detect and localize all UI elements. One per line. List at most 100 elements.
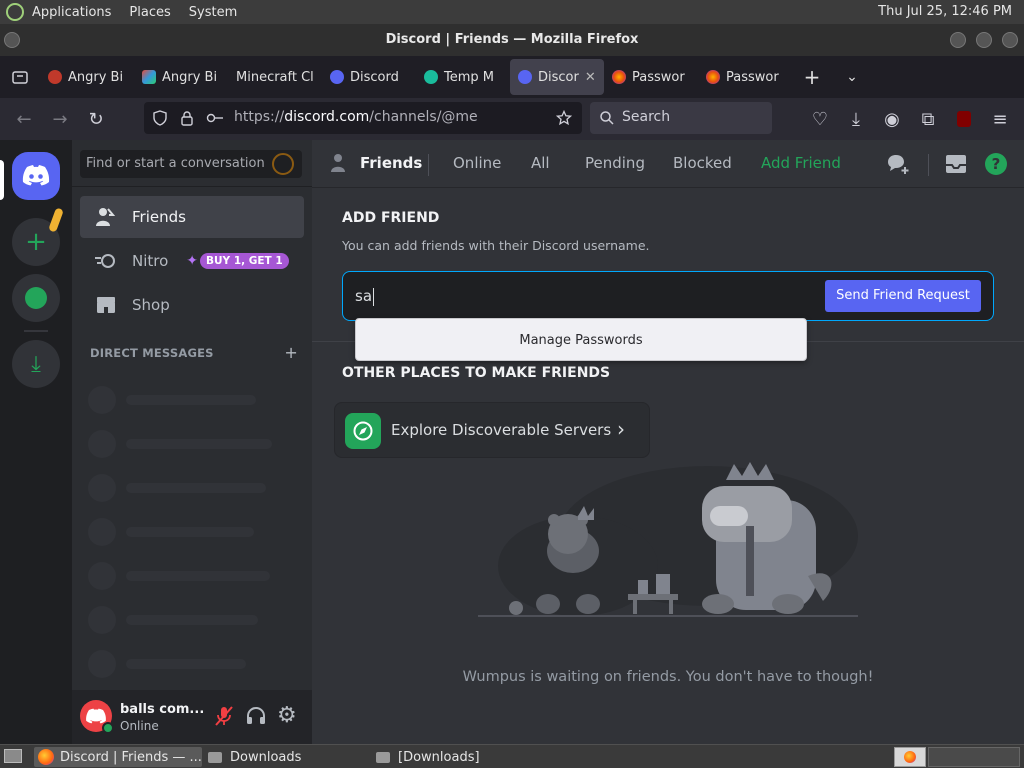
minimize-icon[interactable] <box>950 32 966 48</box>
help-icon[interactable]: ? <box>984 152 1008 176</box>
window-menu-icon[interactable] <box>4 32 20 48</box>
close-tab-icon[interactable]: ✕ <box>585 70 596 85</box>
inbox-icon[interactable] <box>944 152 968 176</box>
taskbar-item-downloads[interactable]: Downloads <box>204 747 364 767</box>
tab-minecraft[interactable]: Minecraft Cl <box>228 59 322 95</box>
loading-spinner-icon <box>272 153 294 175</box>
dm-top-divider <box>72 186 312 187</box>
forward-icon[interactable]: → <box>48 107 72 131</box>
tab-discord-active[interactable]: Discor ✕ <box>510 59 604 95</box>
tab-add-friend[interactable]: Add Friend <box>761 154 841 172</box>
list-tabs-icon[interactable]: ⌄ <box>832 69 872 85</box>
key-icon[interactable] <box>206 111 224 125</box>
tab-angry-birds-1[interactable]: Angry Bi <box>40 59 134 95</box>
tab-label: Passwor <box>632 69 685 85</box>
tab-label: Minecraft Cl <box>236 69 314 85</box>
close-window-icon[interactable] <box>1002 32 1018 48</box>
friends-title: Friends <box>360 154 423 172</box>
download-apps-icon[interactable]: ⤓ <box>12 340 60 388</box>
explore-servers-card[interactable]: Explore Discoverable Servers › <box>334 402 650 458</box>
nav-shop[interactable]: Shop <box>80 284 304 326</box>
pocket-icon[interactable]: ♡ <box>808 107 832 131</box>
downloads-icon[interactable]: ⤓ <box>844 107 868 131</box>
places-menu[interactable]: Places <box>129 5 170 20</box>
folder-icon <box>376 751 390 763</box>
shield-icon[interactable] <box>152 110 168 126</box>
explore-servers-icon[interactable] <box>12 274 60 322</box>
manage-passwords-item[interactable]: Manage Passwords <box>519 333 642 348</box>
add-server-icon[interactable]: + <box>12 207 64 266</box>
find-conversation-input[interactable]: Find or start a conversation <box>80 150 302 178</box>
guild-separator <box>24 330 48 332</box>
tab-online[interactable]: Online <box>453 154 501 172</box>
manage-passwords-popup[interactable]: Manage Passwords <box>355 318 807 361</box>
window-titlebar[interactable]: Discord | Friends — Mozilla Firefox <box>0 24 1024 56</box>
user-panel[interactable]: balls com... Online ⚙ <box>72 690 312 744</box>
nav-nitro[interactable]: Nitro ✦ BUY 1, GET 1 <box>80 240 304 282</box>
nav-friends[interactable]: Friends <box>80 196 304 238</box>
create-dm-button[interactable]: + <box>284 343 298 362</box>
nitro-icon <box>94 249 118 273</box>
reload-icon[interactable]: ↻ <box>84 107 108 131</box>
tab-passwords-2[interactable]: Passwor <box>698 59 792 95</box>
mute-mic-icon[interactable] <box>214 705 234 732</box>
empty-state-message: Wumpus is waiting on friends. You don't … <box>462 669 874 685</box>
maximize-icon[interactable] <box>976 32 992 48</box>
tab-all[interactable]: All <box>531 154 550 172</box>
url-scheme: https:// <box>234 109 285 125</box>
taskbar-label: Discord | Friends — ... <box>60 749 202 765</box>
workspace-2[interactable] <box>928 747 1020 767</box>
show-desktop-icon[interactable] <box>4 749 22 763</box>
avatar[interactable] <box>80 700 114 734</box>
hamburger-menu-icon[interactable]: ≡ <box>988 107 1012 131</box>
add-friend-input[interactable]: sa Send Friend Request <box>342 271 994 321</box>
tab-label: Temp M <box>444 69 494 85</box>
explore-servers-label: Explore Discoverable Servers <box>391 421 612 439</box>
firefox-icon <box>706 70 720 84</box>
bookmark-star-icon[interactable] <box>556 110 572 126</box>
header-divider <box>428 154 429 176</box>
header-divider-2 <box>928 154 929 176</box>
url-bar[interactable]: https://discord.com/channels/@me <box>144 102 582 134</box>
workspace-switcher[interactable] <box>894 747 926 767</box>
add-friend-input-value[interactable]: sa <box>355 287 375 306</box>
discord-icon <box>330 70 344 84</box>
headphones-icon[interactable] <box>245 705 267 729</box>
tab-pending[interactable]: Pending <box>585 154 645 172</box>
tab-label: Discor <box>538 69 579 85</box>
sparkle-icon: ✦ <box>186 253 199 269</box>
friends-header-icon <box>330 152 352 178</box>
direct-messages-header: DIRECT MESSAGES + <box>90 343 298 362</box>
main-content: Friends Online All Pending Blocked Add F… <box>312 140 1024 744</box>
find-placeholder: Find or start a conversation <box>86 156 265 171</box>
taskbar-item-downloads-2[interactable]: [Downloads] <box>372 747 532 767</box>
taskbar-label: Downloads <box>230 749 302 765</box>
discord-home-icon[interactable] <box>12 152 60 200</box>
os-logo-icon[interactable] <box>6 3 24 21</box>
extensions-icon[interactable]: ⧉ <box>916 107 940 131</box>
send-friend-request-button[interactable]: Send Friend Request <box>825 280 981 312</box>
back-icon[interactable]: ← <box>12 107 36 131</box>
ublock-icon[interactable] <box>952 107 976 131</box>
nav-shop-label: Shop <box>132 296 170 314</box>
nav-friends-label: Friends <box>132 208 186 226</box>
wumpus-illustration <box>478 462 858 617</box>
new-tab-icon[interactable]: + <box>792 65 832 89</box>
applications-menu[interactable]: Applications <box>32 5 111 20</box>
panel-clock[interactable]: Thu Jul 25, 12:46 PM <box>878 4 1012 19</box>
tab-discord[interactable]: Discord <box>322 59 416 95</box>
tab-temp-mail[interactable]: Temp M <box>416 59 510 95</box>
tab-blocked[interactable]: Blocked <box>673 154 732 172</box>
search-bar[interactable]: Search <box>590 102 772 134</box>
folder-icon <box>208 751 222 763</box>
tab-passwords-1[interactable]: Passwor <box>604 59 698 95</box>
new-group-dm-icon[interactable] <box>886 152 910 176</box>
account-icon[interactable]: ◉ <box>880 107 904 131</box>
chevron-right-icon: › <box>617 417 625 441</box>
system-menu[interactable]: System <box>189 5 237 20</box>
taskbar-item-firefox[interactable]: Discord | Friends — ... <box>34 747 202 767</box>
firefox-view-icon[interactable] <box>0 59 40 95</box>
tab-angry-birds-2[interactable]: Angry Bi <box>134 59 228 95</box>
settings-gear-icon[interactable]: ⚙ <box>277 703 297 728</box>
lock-icon[interactable] <box>180 110 194 126</box>
